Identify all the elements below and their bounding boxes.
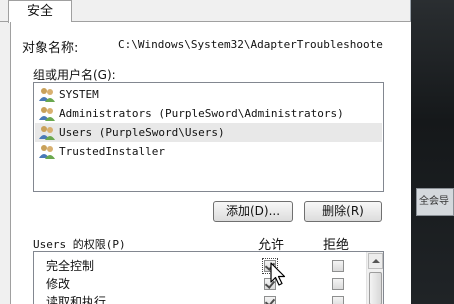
groups-label: 组或用户名(G): bbox=[33, 68, 116, 82]
deny-read-execute-checkbox[interactable] bbox=[332, 296, 344, 304]
tab-security[interactable]: 安全 bbox=[8, 0, 72, 23]
list-item-system[interactable]: SYSTEM bbox=[35, 85, 382, 104]
list-item-administrators[interactable]: Administrators (PurpleSword\Administrato… bbox=[35, 104, 382, 123]
allow-read-execute-checkbox[interactable] bbox=[264, 296, 276, 304]
scroll-up-icon[interactable] bbox=[368, 253, 383, 269]
list-item-label: Administrators (PurpleSword\Administrato… bbox=[59, 107, 344, 120]
user-group-icon bbox=[39, 107, 55, 121]
object-name-value: C:\Windows\System32\AdapterTroubleshoote bbox=[118, 38, 383, 51]
permission-row-read-execute: 读取和执行 bbox=[34, 294, 367, 304]
deny-modify-checkbox[interactable] bbox=[332, 278, 344, 290]
list-item-label: TrustedInstaller bbox=[59, 145, 165, 158]
permissions-list: 完全控制 修改 读取和执行 bbox=[33, 251, 384, 304]
scroll-thumb[interactable] bbox=[369, 272, 382, 304]
user-group-icon bbox=[39, 145, 55, 159]
remove-button[interactable]: 删除(R) bbox=[304, 201, 382, 222]
background-window-fragment: 全会导 bbox=[416, 188, 454, 216]
list-item-users[interactable]: Users (PurpleSword\Users) bbox=[35, 123, 382, 142]
mouse-pointer-icon bbox=[270, 262, 286, 286]
permission-name: 完全控制 bbox=[46, 259, 95, 273]
permission-name: 读取和执行 bbox=[46, 295, 107, 304]
properties-dialog: 安全 对象名称: C:\Windows\System32\AdapterTrou… bbox=[0, 0, 411, 304]
list-item-trustedinstaller[interactable]: TrustedInstaller bbox=[35, 142, 382, 161]
permission-row-modify: 修改 bbox=[34, 276, 367, 293]
add-button[interactable]: 添加(D)... bbox=[213, 201, 293, 222]
deny-full-control-checkbox[interactable] bbox=[332, 260, 344, 272]
users-listbox[interactable]: SYSTEM Administrators (PurpleSword\Admin… bbox=[33, 82, 384, 192]
desktop-background bbox=[411, 0, 454, 304]
permissions-scrollbar[interactable] bbox=[366, 252, 383, 304]
permission-row-full-control: 完全控制 bbox=[34, 258, 367, 275]
permissions-title: Users 的权限(P) bbox=[33, 238, 126, 251]
user-group-icon bbox=[39, 126, 55, 140]
tab-strip: 安全 bbox=[0, 0, 411, 23]
list-item-label: Users (PurpleSword\Users) bbox=[59, 126, 225, 139]
permission-name: 修改 bbox=[46, 277, 71, 291]
list-item-label: SYSTEM bbox=[59, 88, 99, 101]
object-name-label: 对象名称: bbox=[22, 41, 79, 56]
user-group-icon bbox=[39, 88, 55, 102]
